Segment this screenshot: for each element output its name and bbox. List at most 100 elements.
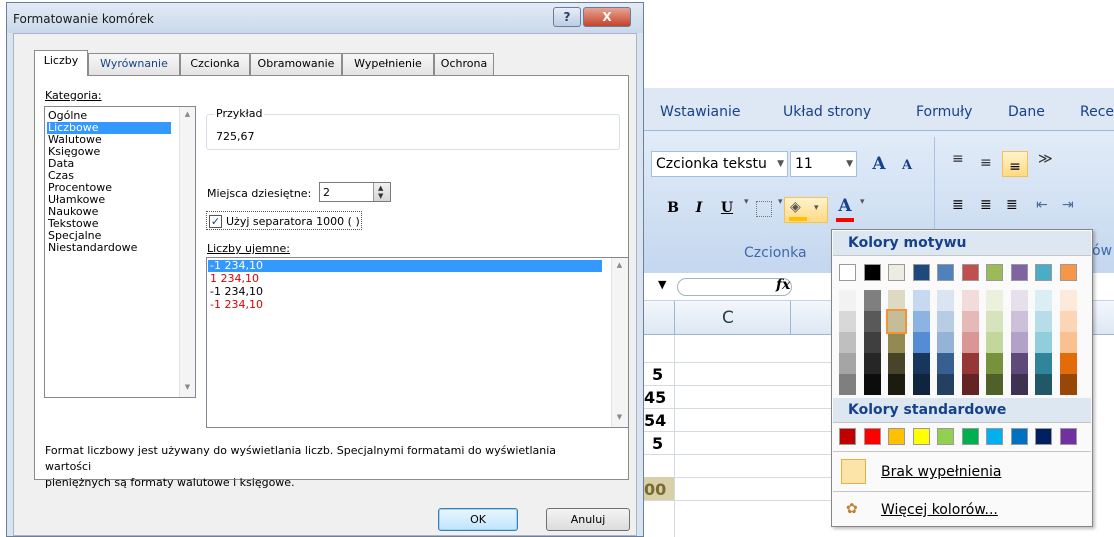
theme-color-swatch[interactable] <box>1035 264 1052 281</box>
theme-shade-swatch[interactable] <box>839 332 856 353</box>
theme-shade-swatch[interactable] <box>1035 290 1052 311</box>
negative-option[interactable]: 1 234,10 <box>208 273 602 285</box>
orientation-icon[interactable]: ≫ <box>1038 151 1053 167</box>
theme-shade-swatch[interactable] <box>1010 374 1028 395</box>
align-left-icon[interactable]: ≣ <box>952 197 964 213</box>
font-color-button[interactable]: A <box>832 193 858 219</box>
theme-shade-swatch[interactable] <box>1059 353 1077 374</box>
theme-shade-swatch[interactable] <box>1010 353 1028 374</box>
standard-color-swatch[interactable] <box>1010 428 1028 445</box>
theme-shade-swatch[interactable] <box>961 311 979 332</box>
theme-shade-swatch[interactable] <box>1010 290 1028 311</box>
theme-shade-swatch[interactable] <box>937 353 954 374</box>
fill-color-button[interactable]: ◈ ▾ <box>784 197 828 223</box>
scroll-down-arrow-icon[interactable]: ▼ <box>615 413 624 421</box>
shrink-font-icon[interactable]: A <box>894 153 920 179</box>
align-top-icon[interactable]: ≡ <box>952 151 964 167</box>
chevron-down-icon[interactable]: ▾ <box>860 197 865 207</box>
theme-shade-swatch[interactable] <box>839 311 856 332</box>
theme-shade-swatch[interactable] <box>886 309 907 334</box>
theme-shade-swatch[interactable] <box>1035 374 1052 395</box>
font-size-dropdown[interactable]: 11 ▼ <box>790 151 857 177</box>
negative-option[interactable]: -1 234,10 <box>208 286 602 298</box>
theme-color-swatch[interactable] <box>863 264 881 281</box>
theme-shade-swatch[interactable] <box>1035 353 1052 374</box>
theme-shade-swatch[interactable] <box>1059 311 1077 332</box>
theme-shade-swatch[interactable] <box>986 290 1003 311</box>
dialog-title-bar[interactable]: Formatowanie komórek ? X <box>7 3 643 33</box>
category-list[interactable]: Ogólne Liczbowe Walutowe Księgowe Data C… <box>44 106 196 398</box>
theme-shade-swatch[interactable] <box>888 374 905 395</box>
theme-shade-swatch[interactable] <box>863 353 881 374</box>
theme-color-swatch[interactable] <box>1059 264 1077 281</box>
palette-icon[interactable]: ✿ <box>846 501 858 517</box>
chevron-down-icon[interactable]: ▾ <box>814 203 819 213</box>
category-scrollbar[interactable]: ▲ ▼ <box>179 107 195 397</box>
italic-button[interactable]: I <box>686 195 712 221</box>
theme-shade-swatch[interactable] <box>888 332 905 353</box>
cancel-button[interactable]: Anuluj <box>546 508 630 531</box>
theme-shade-swatch[interactable] <box>961 374 979 395</box>
decrease-indent-icon[interactable]: ⇤ <box>1036 197 1048 213</box>
theme-color-swatch[interactable] <box>912 264 930 281</box>
ok-button[interactable]: OK <box>438 508 518 531</box>
spin-buttons[interactable]: ▲ ▼ <box>373 183 390 201</box>
theme-shade-swatch[interactable] <box>986 374 1003 395</box>
theme-shade-swatch[interactable] <box>863 311 881 332</box>
tab-obramowanie[interactable]: Obramowanie <box>250 53 342 75</box>
theme-shade-swatch[interactable] <box>986 353 1003 374</box>
negative-list-scrollbar[interactable]: ▲ ▼ <box>611 258 628 427</box>
underline-button[interactable]: U <box>714 195 740 221</box>
theme-color-swatch[interactable] <box>1010 264 1028 281</box>
font-name-value[interactable]: Czcionka tekstu <box>656 156 767 172</box>
theme-shade-swatch[interactable] <box>961 332 979 353</box>
align-center-icon[interactable]: ≣ <box>980 197 992 213</box>
standard-color-swatch[interactable] <box>863 428 881 445</box>
theme-shade-swatch[interactable] <box>863 290 881 311</box>
theme-color-swatch[interactable] <box>888 264 905 281</box>
negative-numbers-list[interactable]: -1 234,10 1 234,10 -1 234,10 -1 234,10 ▲… <box>206 257 629 428</box>
name-box[interactable] <box>677 278 792 296</box>
theme-shade-swatch[interactable] <box>1035 332 1052 353</box>
tab-recenzja[interactable]: Rece <box>1080 104 1114 120</box>
column-header-c[interactable]: C <box>722 308 734 328</box>
spin-up-icon[interactable]: ▲ <box>378 184 383 192</box>
tab-liczby[interactable]: Liczby <box>34 50 88 76</box>
standard-color-swatch[interactable] <box>839 428 856 445</box>
bold-button[interactable]: B <box>660 195 686 221</box>
fx-icon[interactable]: fx <box>776 277 790 293</box>
theme-shade-swatch[interactable] <box>937 374 954 395</box>
namebox-dropdown-icon[interactable]: ▼ <box>658 278 666 291</box>
theme-shade-swatch[interactable] <box>961 353 979 374</box>
theme-shade-swatch[interactable] <box>912 290 930 311</box>
scroll-up-arrow-icon[interactable]: ▲ <box>615 261 624 269</box>
theme-color-swatch[interactable] <box>961 264 979 281</box>
decimal-places-spinner[interactable]: 2 ▲ ▼ <box>319 182 391 202</box>
theme-shade-swatch[interactable] <box>1059 290 1077 311</box>
negative-option[interactable]: -1 234,10 <box>208 299 602 311</box>
theme-shade-swatch[interactable] <box>1059 332 1077 353</box>
theme-shade-swatch[interactable] <box>839 290 856 311</box>
checkbox-check-icon[interactable]: ✓ <box>209 215 222 228</box>
theme-shade-swatch[interactable] <box>1035 311 1052 332</box>
scroll-up-arrow-icon[interactable]: ▲ <box>183 110 192 118</box>
theme-shade-swatch[interactable] <box>912 374 930 395</box>
theme-shade-swatch[interactable] <box>888 290 905 311</box>
chevron-down-icon[interactable]: ▼ <box>846 152 853 176</box>
tab-ochrona[interactable]: Ochrona <box>434 53 494 75</box>
align-right-icon[interactable]: ≣ <box>1006 197 1018 213</box>
theme-shade-swatch[interactable] <box>888 353 905 374</box>
tab-uklad-strony[interactable]: Układ strony <box>783 104 871 120</box>
theme-shade-swatch[interactable] <box>961 290 979 311</box>
font-size-value[interactable]: 11 <box>795 156 813 172</box>
font-name-dropdown[interactable]: Czcionka tekstu ▼ <box>651 151 788 177</box>
chevron-down-icon[interactable]: ▾ <box>778 197 783 207</box>
theme-shade-swatch[interactable] <box>937 290 954 311</box>
standard-color-swatch[interactable] <box>888 428 905 445</box>
theme-shade-swatch[interactable] <box>937 311 954 332</box>
tab-dane[interactable]: Dane <box>1008 104 1045 120</box>
tab-wstawianie[interactable]: Wstawianie <box>660 104 741 120</box>
no-fill-option[interactable]: Brak wypełnienia <box>881 464 1001 480</box>
thousands-separator-checkbox[interactable]: ✓ Użyj separatora 1000 ( ) <box>206 211 362 230</box>
align-bottom-icon[interactable]: ≡ <box>1002 151 1028 177</box>
